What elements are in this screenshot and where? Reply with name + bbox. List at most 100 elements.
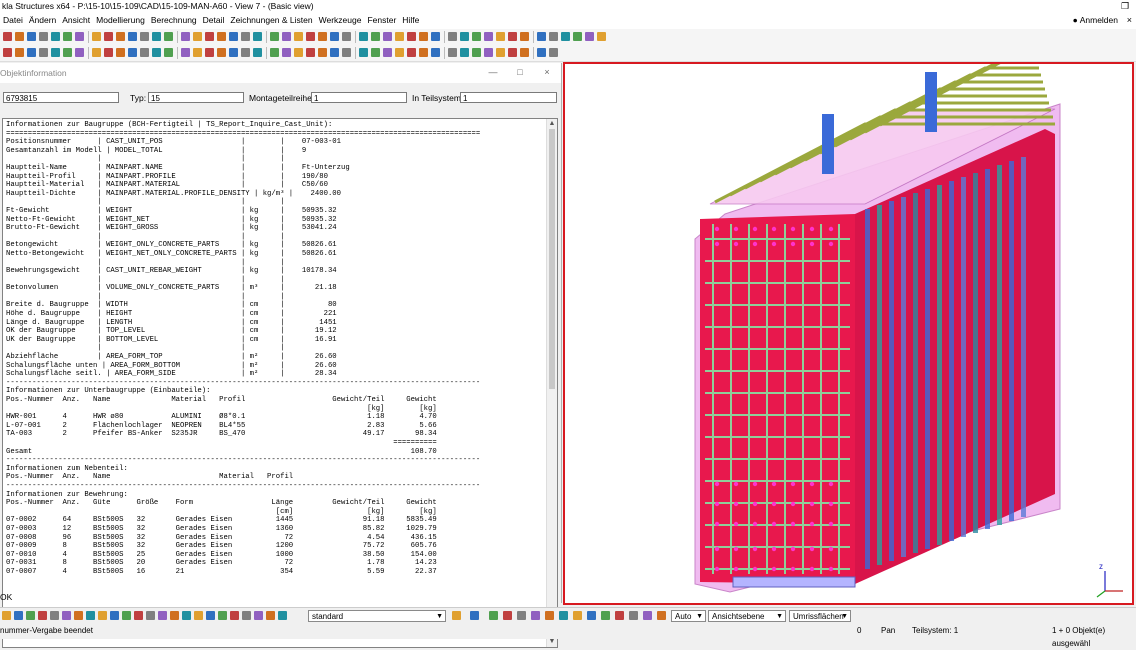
toolbar-tool-icon[interactable] bbox=[472, 32, 481, 41]
ok-button[interactable]: OK bbox=[0, 591, 14, 603]
toolbar-tool-icon[interactable] bbox=[318, 48, 327, 57]
toolbar-tool-icon[interactable] bbox=[431, 48, 440, 57]
toolbar-tool-icon[interactable] bbox=[561, 32, 570, 41]
toolbar-tool-icon[interactable] bbox=[181, 32, 190, 41]
toolbar-tool-icon[interactable] bbox=[15, 32, 24, 41]
bottom-tool-icon[interactable] bbox=[545, 611, 554, 620]
toolbar-tool-icon[interactable] bbox=[241, 48, 250, 57]
toolbar-tool-icon[interactable] bbox=[508, 48, 517, 57]
toolbar-tool-icon[interactable] bbox=[63, 32, 72, 41]
bottom-tool-icon[interactable] bbox=[206, 611, 215, 620]
bottom-tool-icon[interactable] bbox=[531, 611, 540, 620]
toolbar-tool-icon[interactable] bbox=[419, 48, 428, 57]
bottom-tool-icon[interactable] bbox=[74, 611, 83, 620]
toolbar-tool-icon[interactable] bbox=[104, 32, 113, 41]
bottom-tool-icon[interactable] bbox=[587, 611, 596, 620]
toolbar-tool-icon[interactable] bbox=[342, 32, 351, 41]
scroll-up-icon[interactable]: ▲ bbox=[548, 120, 556, 128]
toolbar-tool-icon[interactable] bbox=[140, 48, 149, 57]
toolbar-tool-icon[interactable] bbox=[116, 32, 125, 41]
bottom-tool-icon[interactable] bbox=[98, 611, 107, 620]
toolbar-tool-icon[interactable] bbox=[63, 48, 72, 57]
toolbar-tool-icon[interactable] bbox=[181, 48, 190, 57]
bottom-tool-icon[interactable] bbox=[26, 611, 35, 620]
toolbar-tool-icon[interactable] bbox=[383, 48, 392, 57]
bottom-tool-icon[interactable] bbox=[517, 611, 526, 620]
filter-combo[interactable]: standard ▼ bbox=[308, 610, 446, 622]
model-viewport[interactable]: z bbox=[563, 45, 1134, 605]
toolbar-tool-icon[interactable] bbox=[294, 32, 303, 41]
toolbar-tool-icon[interactable] bbox=[520, 48, 529, 57]
menu-modellierung[interactable]: Modellierung bbox=[93, 13, 148, 28]
toolbar-tool-icon[interactable] bbox=[140, 32, 149, 41]
toolbar-tool-icon[interactable] bbox=[51, 48, 60, 57]
toolbar-tool-icon[interactable] bbox=[27, 32, 36, 41]
toolbar-tool-icon[interactable] bbox=[128, 32, 137, 41]
toolbar-tool-icon[interactable] bbox=[282, 32, 291, 41]
toolbar-tool-icon[interactable] bbox=[448, 32, 457, 41]
toolbar-tool-icon[interactable] bbox=[371, 48, 380, 57]
toolbar-tool-icon[interactable] bbox=[359, 48, 368, 57]
toolbar-tool-icon[interactable] bbox=[217, 48, 226, 57]
toolbar-tool-icon[interactable] bbox=[229, 48, 238, 57]
toolbar-tool-icon[interactable] bbox=[193, 48, 202, 57]
toolbar-tool-icon[interactable] bbox=[27, 48, 36, 57]
toolbar-tool-icon[interactable] bbox=[395, 32, 404, 41]
toolbar-tool-icon[interactable] bbox=[549, 32, 558, 41]
toolbar-tool-icon[interactable] bbox=[116, 48, 125, 57]
toolbar-tool-icon[interactable] bbox=[92, 48, 101, 57]
bottom-tool-icon[interactable] bbox=[110, 611, 119, 620]
bottom-tool-icon[interactable] bbox=[489, 611, 498, 620]
bottom-tool-icon[interactable] bbox=[146, 611, 155, 620]
toolbar-tool-icon[interactable] bbox=[15, 48, 24, 57]
bottom-tool-icon[interactable] bbox=[452, 611, 461, 620]
toolbar-tool-icon[interactable] bbox=[164, 48, 173, 57]
outline-combo[interactable]: Umrissflächen ▼ bbox=[789, 610, 851, 622]
bottom-tool-icon[interactable] bbox=[86, 611, 95, 620]
toolbar-tool-icon[interactable] bbox=[253, 32, 262, 41]
toolbar-tool-icon[interactable] bbox=[371, 32, 380, 41]
snap-combo[interactable]: Auto ▼ bbox=[671, 610, 706, 622]
toolbar-tool-icon[interactable] bbox=[597, 32, 606, 41]
toolbar-tool-icon[interactable] bbox=[431, 32, 440, 41]
toolbar-tool-icon[interactable] bbox=[585, 32, 594, 41]
toolbar-tool-icon[interactable] bbox=[407, 48, 416, 57]
toolbar-tool-icon[interactable] bbox=[306, 48, 315, 57]
toolbar-tool-icon[interactable] bbox=[383, 32, 392, 41]
toolbar-tool-icon[interactable] bbox=[270, 48, 279, 57]
toolbar-tool-icon[interactable] bbox=[164, 32, 173, 41]
report-textarea[interactable]: Informationen zur Baugruppe (BCH-Fertigt… bbox=[2, 118, 558, 648]
toolbar-tool-icon[interactable] bbox=[448, 48, 457, 57]
close-icon[interactable]: × bbox=[1127, 13, 1132, 28]
bottom-tool-icon[interactable] bbox=[615, 611, 624, 620]
bottom-tool-icon[interactable] bbox=[601, 611, 610, 620]
bottom-tool-icon[interactable] bbox=[266, 611, 275, 620]
id-field[interactable]: 6793815 bbox=[3, 92, 119, 103]
toolbar-tool-icon[interactable] bbox=[128, 48, 137, 57]
plane-combo[interactable]: Ansichtsebene ▼ bbox=[708, 610, 786, 622]
toolbar-tool-icon[interactable] bbox=[537, 32, 546, 41]
toolbar-tool-icon[interactable] bbox=[152, 48, 161, 57]
toolbar-tool-icon[interactable] bbox=[520, 32, 529, 41]
login-button[interactable]: ● Anmelden bbox=[1073, 13, 1118, 28]
toolbar-tool-icon[interactable] bbox=[508, 32, 517, 41]
bottom-tool-icon[interactable] bbox=[643, 611, 652, 620]
toolbar-tool-icon[interactable] bbox=[484, 32, 493, 41]
toolbar-tool-icon[interactable] bbox=[51, 32, 60, 41]
menu-detail[interactable]: Detail bbox=[200, 13, 228, 28]
bottom-tool-icon[interactable] bbox=[242, 611, 251, 620]
toolbar-tool-icon[interactable] bbox=[573, 32, 582, 41]
bottom-tool-icon[interactable] bbox=[158, 611, 167, 620]
toolbar-tool-icon[interactable] bbox=[537, 48, 546, 57]
bottom-tool-icon[interactable] bbox=[254, 611, 263, 620]
minimize-icon[interactable]: — bbox=[487, 66, 499, 78]
bottom-tool-icon[interactable] bbox=[182, 611, 191, 620]
bottom-tool-icon[interactable] bbox=[629, 611, 638, 620]
toolbar-tool-icon[interactable] bbox=[217, 32, 226, 41]
toolbar-tool-icon[interactable] bbox=[496, 32, 505, 41]
toolbar-tool-icon[interactable] bbox=[75, 48, 84, 57]
toolbar-tool-icon[interactable] bbox=[460, 32, 469, 41]
toolbar-tool-icon[interactable] bbox=[75, 32, 84, 41]
restore-button[interactable]: ❐ bbox=[1118, 0, 1132, 12]
toolbar-tool-icon[interactable] bbox=[193, 32, 202, 41]
